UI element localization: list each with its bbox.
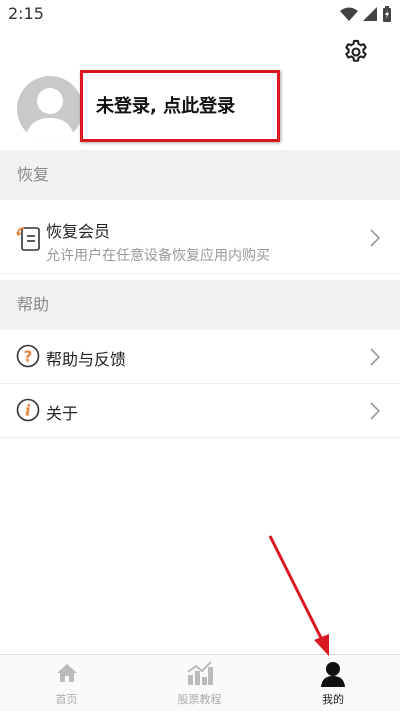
profile-header[interactable]: 未登录, 点此登录 bbox=[0, 70, 400, 150]
chevron-right-icon bbox=[370, 402, 380, 420]
help-feedback-row[interactable]: ? 帮助与反馈 bbox=[0, 330, 400, 384]
status-time: 2:15 bbox=[8, 4, 44, 23]
tab-mine-label: 我的 bbox=[322, 693, 344, 706]
chevron-right-icon bbox=[370, 348, 380, 366]
gear-icon bbox=[345, 39, 367, 62]
help-feedback-title: 帮助与反馈 bbox=[46, 350, 127, 369]
tab-mine[interactable]: 我的 bbox=[266, 655, 400, 711]
about-row[interactable]: i 关于 bbox=[0, 384, 400, 438]
section-header-help: 帮助 bbox=[0, 280, 400, 330]
restore-membership-subtitle: 允许用户在任意设备恢复应用内购买 bbox=[46, 248, 270, 264]
wifi-icon bbox=[340, 7, 358, 21]
svg-text:?: ? bbox=[24, 348, 33, 366]
home-icon bbox=[56, 664, 77, 682]
status-icons bbox=[340, 6, 392, 22]
tab-home[interactable]: 首页 bbox=[0, 655, 133, 711]
chart-icon bbox=[186, 661, 213, 685]
help-icon: ? bbox=[16, 344, 40, 368]
battery-icon bbox=[383, 6, 391, 22]
info-icon: i bbox=[16, 398, 40, 422]
login-prompt[interactable]: 未登录, 点此登录 bbox=[96, 92, 235, 118]
restore-membership-title: 恢复会员 bbox=[46, 222, 111, 241]
status-bar: 2:15 bbox=[0, 0, 400, 28]
svg-text:i: i bbox=[25, 402, 31, 420]
signal-icon bbox=[363, 7, 377, 21]
tab-home-label: 首页 bbox=[55, 693, 78, 706]
tab-bar: 首页 股票教程 我的 bbox=[0, 654, 400, 711]
tab-stock-tutorial-label: 股票教程 bbox=[177, 693, 222, 706]
chevron-right-icon bbox=[370, 229, 380, 247]
restore-icon bbox=[16, 227, 40, 251]
restore-membership-row[interactable]: 恢复会员 允许用户在任意设备恢复应用内购买 bbox=[0, 200, 400, 274]
settings-button[interactable] bbox=[340, 36, 372, 68]
tab-stock-tutorial[interactable]: 股票教程 bbox=[133, 655, 266, 711]
about-title: 关于 bbox=[46, 404, 79, 423]
section-header-restore: 恢复 bbox=[0, 150, 400, 200]
avatar-icon bbox=[25, 88, 75, 142]
avatar[interactable] bbox=[17, 76, 83, 142]
person-icon bbox=[321, 662, 345, 687]
